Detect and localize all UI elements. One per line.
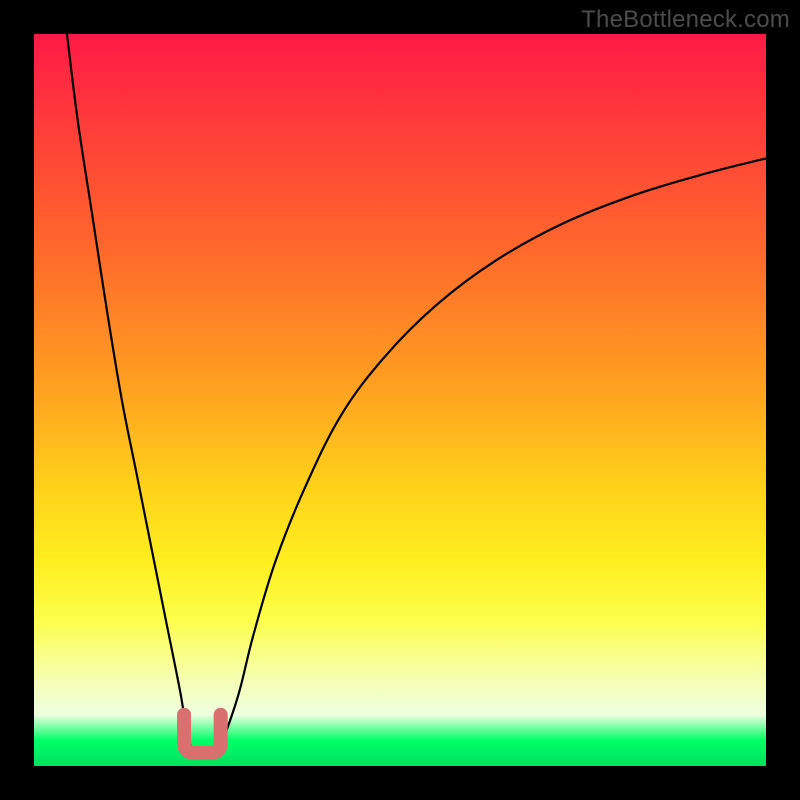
- bottleneck-curve: [34, 34, 766, 766]
- curve-right: [217, 158, 766, 755]
- chart-frame: TheBottleneck.com: [0, 0, 800, 800]
- watermark-text: TheBottleneck.com: [581, 6, 790, 34]
- plot-area: [34, 34, 766, 766]
- min-marker-u: [184, 715, 221, 753]
- curve-left: [67, 34, 195, 755]
